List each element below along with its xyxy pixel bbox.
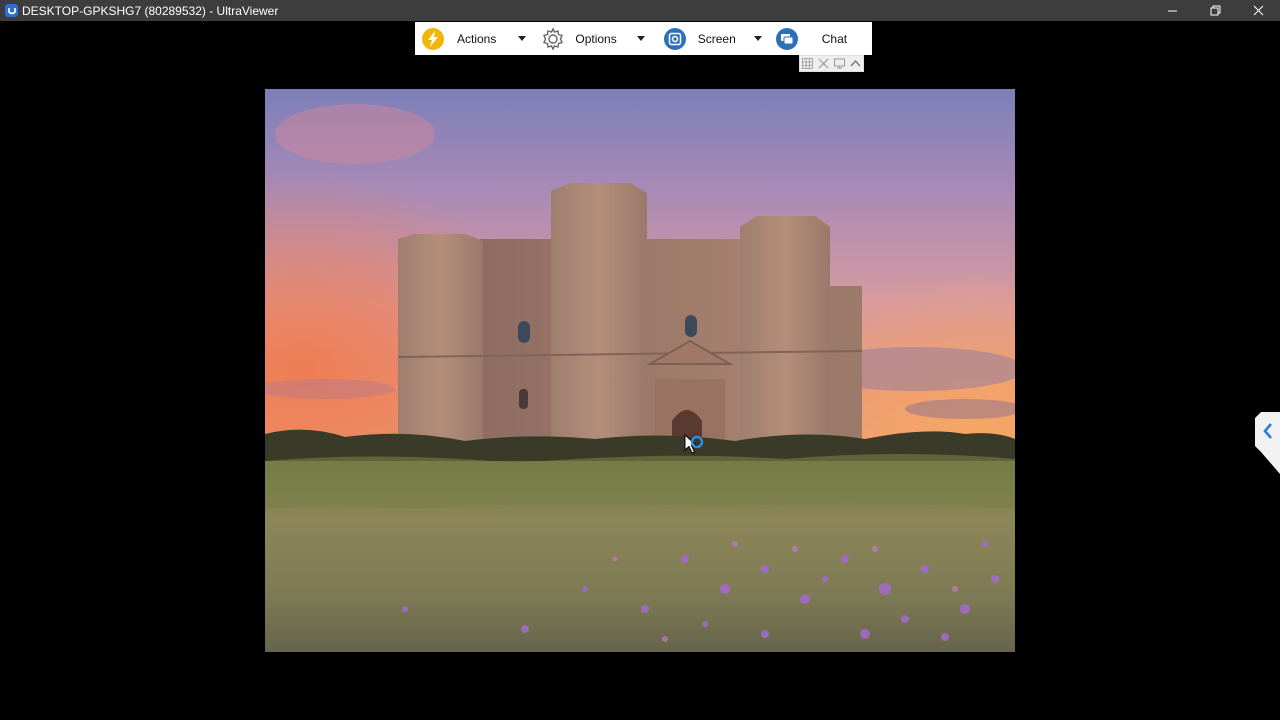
- actions-label: Actions: [457, 31, 497, 46]
- restore-icon: [1210, 5, 1221, 16]
- session-toolbar: Actions Options Screen Chat: [415, 22, 872, 55]
- screen-dropdown-caret[interactable]: [753, 36, 762, 41]
- window-title: DESKTOP-GPKSHG7 (80289532) - UltraViewer: [22, 3, 279, 18]
- chat-button[interactable]: Chat: [775, 22, 847, 55]
- options-label: Options: [575, 31, 617, 46]
- actions-menu-button[interactable]: Actions: [421, 22, 527, 55]
- monitor-icon[interactable]: [833, 57, 846, 70]
- options-dropdown-caret[interactable]: [636, 36, 645, 41]
- actions-dropdown-caret[interactable]: [518, 36, 527, 41]
- chat-label: Chat: [821, 31, 848, 46]
- screen-label: Screen: [697, 31, 736, 46]
- gear-icon: [541, 26, 565, 51]
- minimize-icon: [1168, 10, 1177, 12]
- grid-icon[interactable]: [801, 57, 814, 70]
- lightning-icon: [421, 27, 445, 51]
- busy-cursor-icon: [684, 433, 708, 458]
- collapse-icon[interactable]: [849, 57, 862, 70]
- screen-icon: [663, 27, 687, 51]
- close-button[interactable]: [1237, 0, 1280, 21]
- close-icon: [1253, 5, 1264, 16]
- minimize-button[interactable]: [1151, 0, 1194, 21]
- chat-icon: [775, 27, 799, 51]
- fullscreen-icon[interactable]: [817, 57, 830, 70]
- ultraviewer-app-icon: [5, 4, 18, 17]
- castle-photo: [265, 89, 1015, 652]
- window-controls: [1151, 0, 1280, 21]
- side-panel-toggle[interactable]: [1255, 412, 1280, 474]
- screen-menu-button[interactable]: Screen: [663, 22, 762, 55]
- remote-screen-view[interactable]: [265, 89, 1015, 652]
- options-menu-button[interactable]: Options: [541, 22, 645, 55]
- toolbar-mini-controls: [799, 55, 864, 72]
- window-title-bar: DESKTOP-GPKSHG7 (80289532) - UltraViewer: [0, 0, 1280, 21]
- restore-button[interactable]: [1194, 0, 1237, 21]
